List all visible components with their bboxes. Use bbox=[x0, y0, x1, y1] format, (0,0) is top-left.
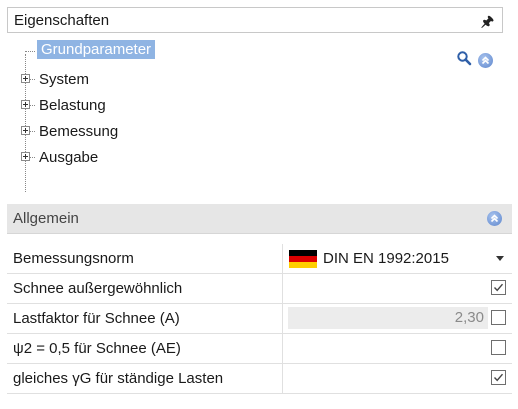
lastfaktor-value: 2,30 bbox=[454, 309, 484, 326]
expand-plus-icon[interactable] bbox=[21, 126, 30, 135]
panel-title: Eigenschaften bbox=[14, 11, 110, 29]
property-row-psi2-schnee: ψ2 = 0,5 für Schnee (AE) bbox=[7, 334, 512, 364]
expand-plus-icon[interactable] bbox=[21, 100, 30, 109]
section-header-allgemein[interactable]: Allgemein bbox=[7, 204, 512, 234]
property-name: gleiches γG für ständige Lasten bbox=[13, 370, 224, 387]
collapse-up-icon[interactable] bbox=[478, 52, 493, 68]
expand-plus-icon[interactable] bbox=[21, 74, 30, 83]
property-name: Lastfaktor für Schnee (A) bbox=[13, 310, 180, 327]
property-row-gleiches-gamma-g: gleiches γG für ständige Lasten bbox=[7, 364, 512, 394]
chevron-down-icon[interactable] bbox=[496, 256, 504, 261]
checkmark-icon bbox=[493, 373, 504, 382]
property-grid: Bemessungsnorm DIN EN 1992:2015 Schnee a… bbox=[7, 244, 512, 394]
collapse-up-icon[interactable] bbox=[487, 211, 502, 226]
norm-dropdown[interactable]: DIN EN 1992:2015 bbox=[283, 244, 512, 273]
expand-plus-icon[interactable] bbox=[21, 152, 30, 161]
parameter-tree: Grundparameter System Belastung Bemessun… bbox=[17, 40, 317, 192]
checkbox-lastfaktor-schnee[interactable] bbox=[491, 310, 506, 325]
pin-icon[interactable]: 🖈︎ bbox=[481, 11, 494, 35]
property-row-schnee-aussergewoehnlich: Schnee außergewöhnlich bbox=[7, 274, 512, 304]
checkmark-icon bbox=[493, 283, 504, 292]
property-name: Schnee außergewöhnlich bbox=[13, 280, 183, 297]
property-name: ψ2 = 0,5 für Schnee (AE) bbox=[13, 340, 181, 357]
tree-tools bbox=[456, 50, 493, 70]
checkbox-schnee-aussergewoehnlich[interactable] bbox=[491, 280, 506, 295]
checkbox-gleiches-gamma-g[interactable] bbox=[491, 370, 506, 385]
property-name: Bemessungsnorm bbox=[13, 250, 134, 267]
search-icon[interactable] bbox=[456, 50, 472, 70]
tree-item-label: Grundparameter bbox=[37, 40, 156, 59]
section-title: Allgemein bbox=[13, 210, 79, 227]
property-row-bemessungsnorm: Bemessungsnorm DIN EN 1992:2015 bbox=[7, 244, 512, 274]
germany-flag-icon bbox=[289, 249, 317, 268]
properties-panel-header: Eigenschaften 🖈︎ bbox=[7, 7, 503, 33]
tree-item-label: Ausgabe bbox=[39, 148, 99, 166]
tree-item-label: System bbox=[39, 70, 90, 88]
tree-item-label: Bemessung bbox=[39, 122, 119, 140]
property-row-lastfaktor-schnee: Lastfaktor für Schnee (A) 2,30 bbox=[7, 304, 512, 334]
tree-item-label: Belastung bbox=[39, 96, 106, 114]
lastfaktor-value-field: 2,30 bbox=[288, 307, 488, 329]
norm-value: DIN EN 1992:2015 bbox=[323, 250, 449, 267]
checkbox-psi2-schnee[interactable] bbox=[491, 340, 506, 355]
